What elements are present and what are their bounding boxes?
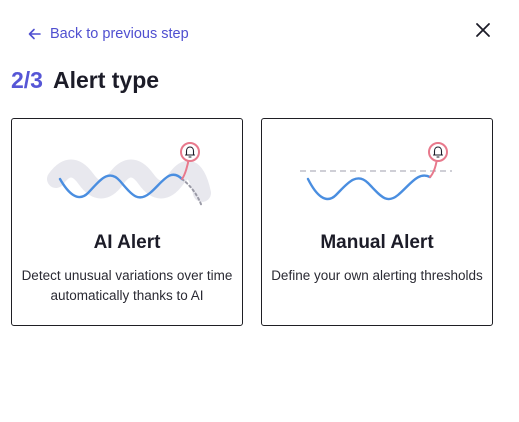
close-button[interactable] xyxy=(471,18,495,42)
ai-alert-title: AI Alert xyxy=(93,232,161,253)
manual-alert-description: Define your own alerting thresholds xyxy=(271,268,483,283)
manual-alert-illustration xyxy=(262,137,494,237)
arrow-left-icon xyxy=(28,28,41,40)
page-header: 2/3 Alert type xyxy=(11,64,159,96)
ai-alert-illustration xyxy=(12,137,244,237)
close-icon xyxy=(475,22,491,38)
manual-alert-card[interactable]: Manual Alert Define your own alerting th… xyxy=(261,118,493,326)
back-to-previous-step-link[interactable]: Back to previous step xyxy=(28,24,189,44)
ai-alert-description: Detect unusual variations over time auto… xyxy=(21,268,233,303)
page-title: Alert type xyxy=(52,66,160,93)
back-link-label: Back to previous step xyxy=(50,26,189,42)
ai-alert-card[interactable]: AI Alert Detect unusual variations over … xyxy=(11,118,243,326)
step-indicator: 2/3 xyxy=(11,66,43,93)
manual-alert-title: Manual Alert xyxy=(320,232,434,253)
